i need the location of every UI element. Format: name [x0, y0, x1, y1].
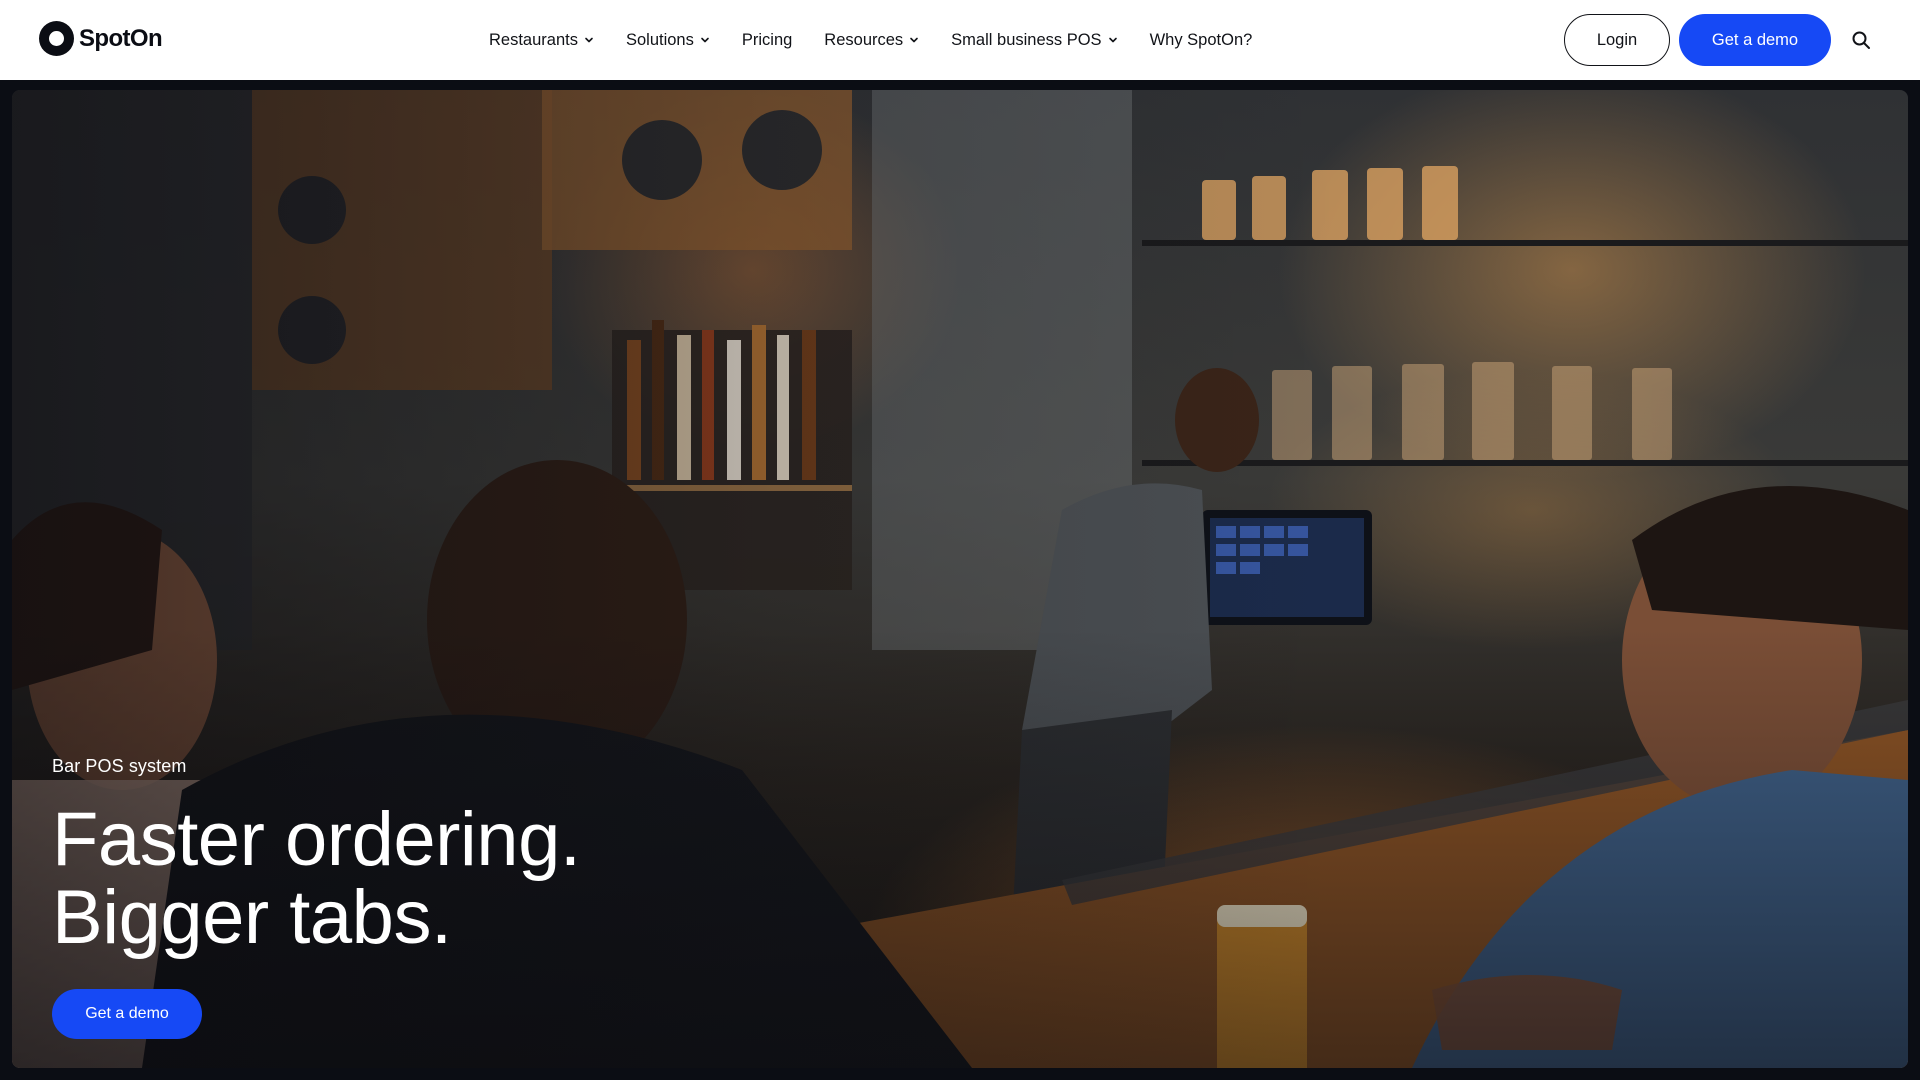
login-button[interactable]: Login	[1564, 14, 1670, 66]
logo-link[interactable]: SpotOn	[39, 21, 163, 56]
get-demo-button-hero[interactable]: Get a demo	[52, 989, 202, 1039]
nav-item-resources[interactable]: Resources	[824, 31, 919, 50]
chevron-down-icon	[1108, 35, 1118, 45]
site-header: SpotOn Restaurants Solutions Pricing Res…	[0, 0, 1920, 80]
brand-name: SpotOn	[79, 24, 163, 52]
nav-item-why-spoton[interactable]: Why SpotOn?	[1150, 31, 1253, 50]
nav-item-label: Solutions	[625, 30, 694, 49]
nav-item-label: Restaurants	[489, 30, 578, 49]
nav-item-small-business-pos[interactable]: Small business POS	[951, 31, 1117, 50]
spoton-logo-icon	[39, 21, 74, 56]
nav-item-restaurants[interactable]: Restaurants	[489, 31, 594, 50]
nav-item-label: Small business POS	[951, 30, 1102, 49]
nav-item-pricing[interactable]: Pricing	[742, 31, 792, 50]
hero-content: Bar POS system Faster ordering. Bigger t…	[52, 756, 852, 1039]
hero-headline-line1: Faster ordering.	[52, 797, 581, 882]
search-button[interactable]	[1847, 26, 1875, 54]
hero-headline: Faster ordering. Bigger tabs.	[52, 801, 852, 957]
get-demo-button-header[interactable]: Get a demo	[1679, 14, 1831, 66]
chevron-down-icon	[909, 35, 919, 45]
nav-item-solutions[interactable]: Solutions	[626, 31, 710, 50]
hero-section: Bar POS system Faster ordering. Bigger t…	[12, 90, 1908, 1068]
hero-eyebrow: Bar POS system	[52, 756, 187, 776]
nav-item-label: Pricing	[741, 30, 793, 49]
nav-item-label: Why SpotOn?	[1149, 30, 1253, 49]
search-icon	[1852, 31, 1870, 49]
nav-item-label: Resources	[824, 30, 904, 49]
chevron-down-icon	[700, 35, 710, 45]
main-nav: Restaurants Solutions Pricing Resources …	[489, 0, 1284, 80]
chevron-down-icon	[584, 35, 594, 45]
hero-headline-line2: Bigger tabs.	[52, 875, 452, 960]
